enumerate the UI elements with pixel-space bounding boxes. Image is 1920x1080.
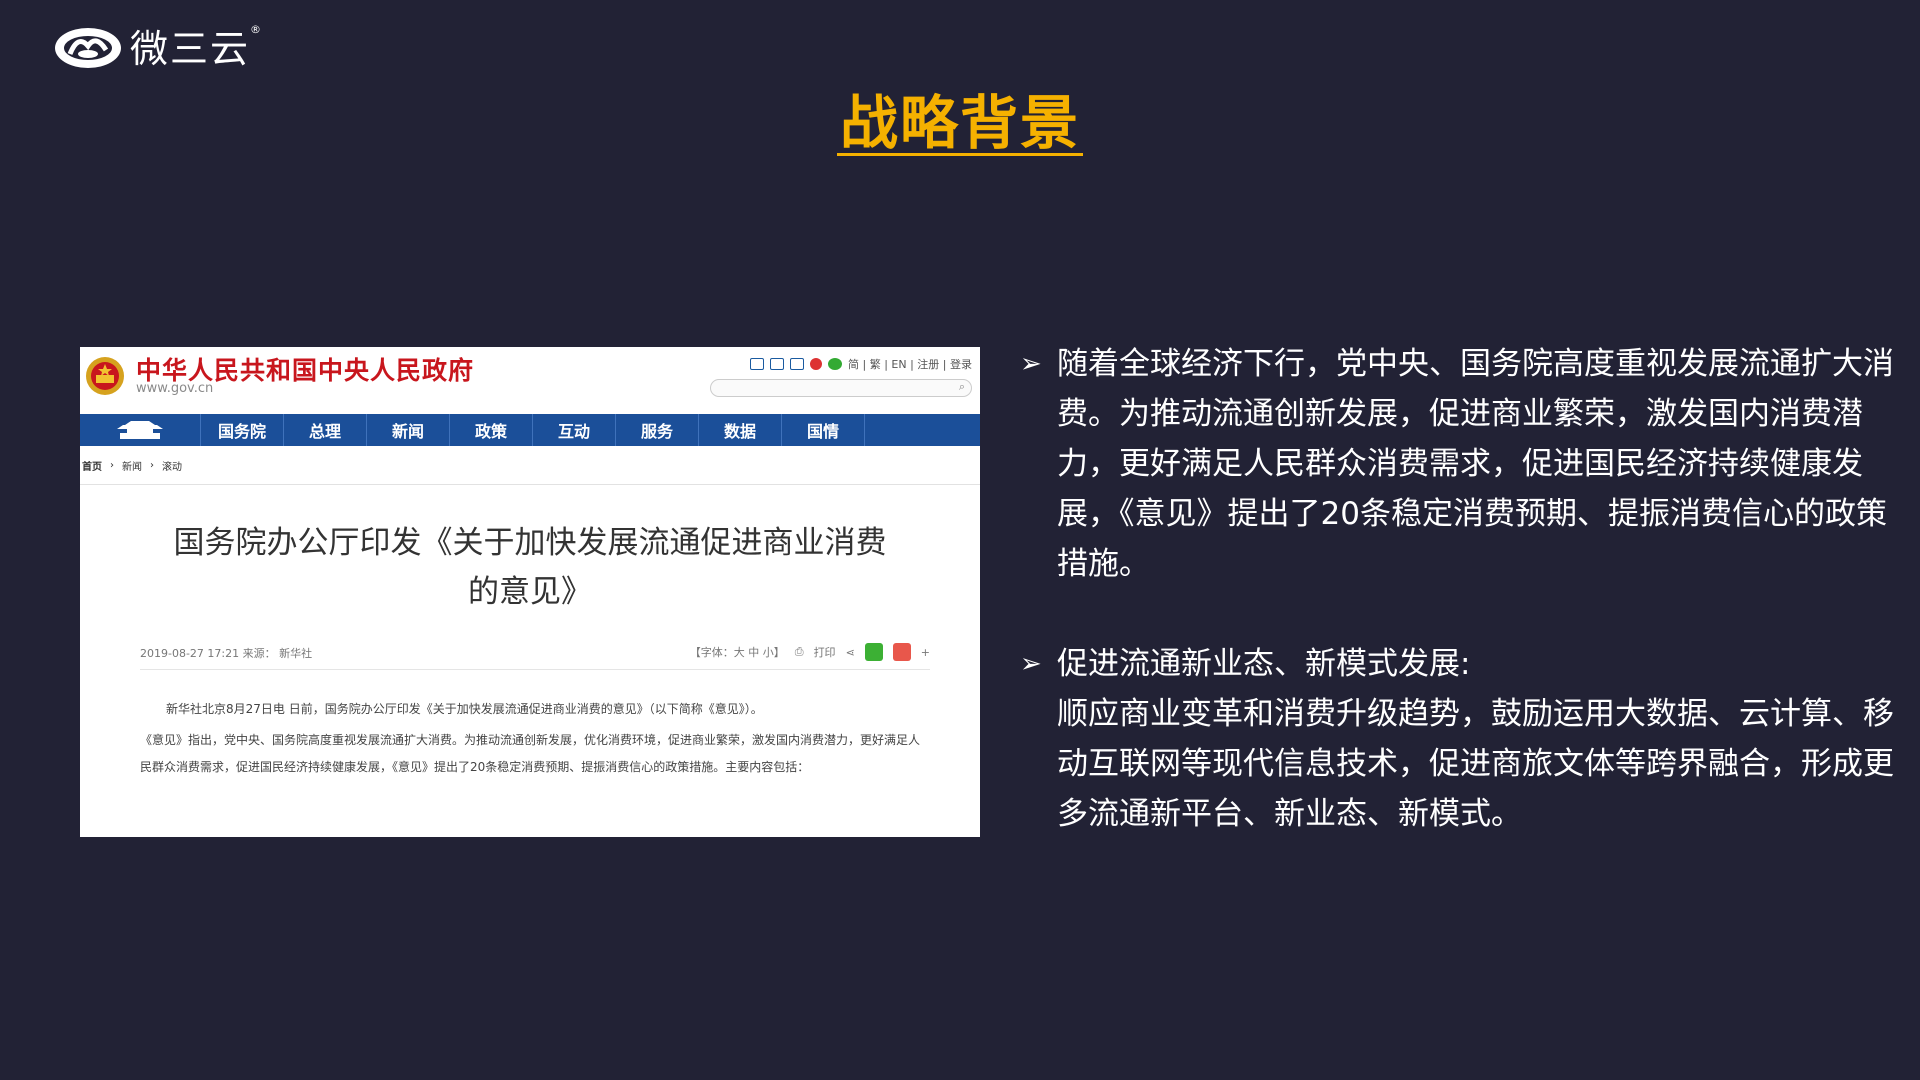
nav-item: 互动 xyxy=(532,414,615,446)
breadcrumb-item: 新闻 xyxy=(122,461,142,473)
weibo-share-icon xyxy=(892,643,911,661)
gov-nav-bar: 国务院 总理 新闻 政策 互动 服务 数据 国情 xyxy=(80,414,980,446)
bullet-points: ➢ 随着全球经济下行，党中央、国务院高度重视发展流通扩大消费。为推动流通创新发展… xyxy=(1020,339,1900,839)
registered-mark: ® xyxy=(250,23,262,36)
bullet-heading: 促进流通新业态、新模式发展: xyxy=(1057,646,1471,682)
tiananmen-icon xyxy=(117,421,163,439)
nav-item: 总理 xyxy=(283,414,366,446)
font-size-options: 【字体：大 中 小】 xyxy=(689,646,785,659)
article-meta: 2019-08-27 17:21 来源： 新华社 【字体：大 中 小】 ⎙ 打印… xyxy=(140,639,930,670)
breadcrumb-item: 滚动 xyxy=(162,461,182,473)
article-tools: 【字体：大 中 小】 ⎙ 打印 ⋖ + xyxy=(690,643,930,661)
bullet-point: ➢ 促进流通新业态、新模式发展: 顺应商业变革和消费升级趋势，鼓励运用大数据、云… xyxy=(1020,639,1900,839)
cloud-logo-icon xyxy=(55,27,121,68)
nav-item: 政策 xyxy=(449,414,532,446)
mobile-icon xyxy=(790,358,805,370)
brand-name: 微三云 xyxy=(130,27,251,71)
bullet-text: 随着全球经济下行，党中央、国务院高度重视发展流通扩大消费。为推动流通创新发展，促… xyxy=(1057,346,1894,582)
app-icon xyxy=(770,358,785,370)
gov-site-url: www.gov.cn xyxy=(136,381,214,396)
article-title-line: 国务院办公厅印发《关于加快发展流通促进商业消费 xyxy=(173,525,887,561)
page-title: 战略背景 xyxy=(839,89,1080,157)
breadcrumb-item: 首页 xyxy=(82,461,102,473)
article-title: 国务院办公厅印发《关于加快发展流通促进商业消费 的意见》 xyxy=(80,519,980,617)
nav-item: 国情 xyxy=(781,414,865,446)
search-icon: ⌕ xyxy=(958,380,965,393)
nav-item: 数据 xyxy=(698,414,781,446)
article-screenshot: 中华人民共和国中央人民政府 www.gov.cn 简 | 繁 | EN | 注册… xyxy=(80,347,980,837)
arrow-bullet-icon: ➢ xyxy=(1020,349,1042,379)
breadcrumb-separator: › xyxy=(110,459,114,471)
wechat-share-icon xyxy=(864,643,883,661)
article-paragraph: 《意见》指出，党中央、国务院高度重视发展流通扩大消费。为推动流通创新发展，优化消… xyxy=(140,733,921,774)
gov-toolbar-links: 简 | 繁 | EN | 注册 | 登录 xyxy=(848,358,972,371)
arrow-bullet-icon: ➢ xyxy=(1020,649,1042,679)
gov-search-box: ⌕ xyxy=(710,379,972,397)
article-title-line: 的意见》 xyxy=(468,574,592,610)
breadcrumb-separator: › xyxy=(150,459,154,471)
plus-icon: + xyxy=(920,645,930,659)
share-icon: ⋖ xyxy=(845,645,855,659)
article-paragraph: 新华社北京8月27日电 日前，国务院办公厅印发《关于加快发展流通促进商业消费的意… xyxy=(166,702,763,716)
nav-item: 服务 xyxy=(615,414,698,446)
mail-icon xyxy=(750,358,765,370)
gov-header: 中华人民共和国中央人民政府 www.gov.cn 简 | 繁 | EN | 注册… xyxy=(80,347,980,414)
title-underline xyxy=(837,153,1083,156)
weibo-icon xyxy=(810,358,823,370)
nav-item: 新闻 xyxy=(366,414,449,446)
print-label: 打印 xyxy=(813,646,836,659)
print-icon: ⎙ xyxy=(794,645,804,658)
wechat-icon xyxy=(828,358,843,370)
bullet-text: 顺应商业变革和消费升级趋势，鼓励运用大数据、云计算、移动互联网等现代信息技术，促… xyxy=(1057,696,1894,832)
breadcrumb: 首页 › 新闻 › 滚动 xyxy=(80,446,980,485)
nav-item: 国务院 xyxy=(200,414,283,446)
gov-toolbar: 简 | 繁 | EN | 注册 | 登录 xyxy=(750,356,972,372)
article-date-source: 2019-08-27 17:21 来源： 新华社 xyxy=(140,647,313,660)
brand-logo: 微三云 ® xyxy=(52,18,261,73)
national-emblem-icon xyxy=(86,357,124,395)
nav-home xyxy=(80,414,200,446)
bullet-point: ➢ 随着全球经济下行，党中央、国务院高度重视发展流通扩大消费。为推动流通创新发展… xyxy=(1020,339,1900,589)
